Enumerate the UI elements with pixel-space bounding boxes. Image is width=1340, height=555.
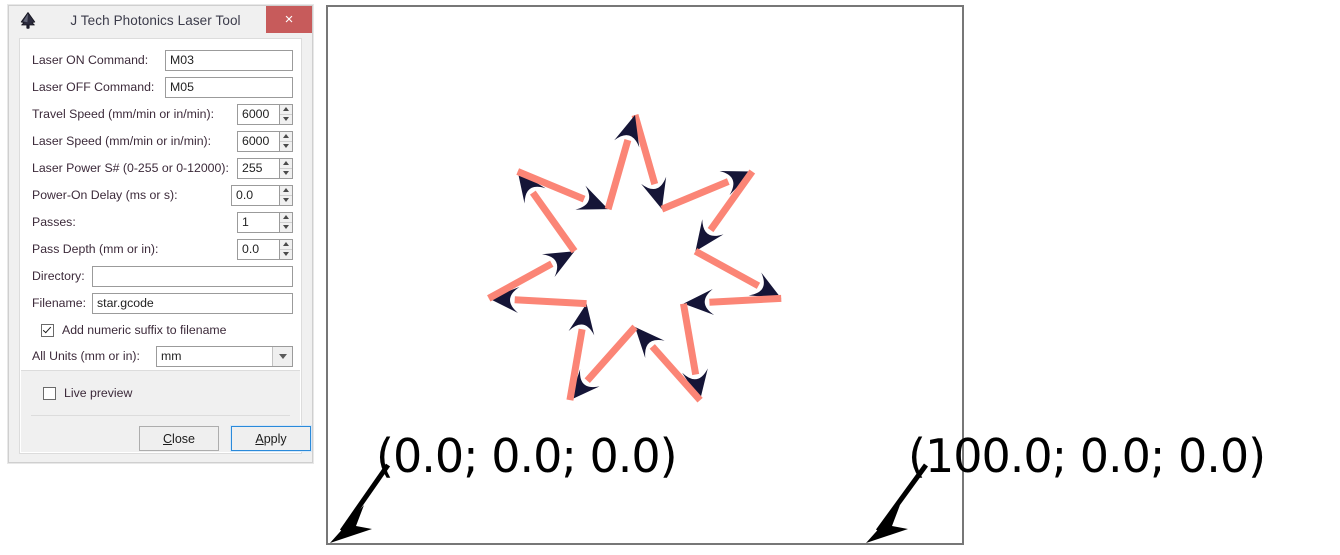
dialog-body: Laser ON Command: M03 Laser OFF Command:… <box>19 38 312 454</box>
field-directory: Directory: <box>32 265 293 287</box>
spinner-passes[interactable]: 1 <box>237 211 293 233</box>
spinner-power-on-delay[interactable]: 0.0 <box>231 184 293 206</box>
spinner-buttons-laser-power[interactable] <box>279 157 293 179</box>
spinner-up-icon[interactable] <box>280 213 292 223</box>
spinner-buttons-travel-speed[interactable] <box>279 103 293 125</box>
field-pass-depth: Pass Depth (mm or in): 0.0 <box>32 238 293 260</box>
close-icon[interactable]: × <box>266 6 312 33</box>
dialog-titlebar[interactable]: J Tech Photonics Laser Tool × <box>9 6 312 35</box>
label-live-preview: Live preview <box>64 386 133 400</box>
spinner-up-icon[interactable] <box>280 105 292 115</box>
label-laser-power: Laser Power S# (0-255 or 0-12000): <box>32 161 229 175</box>
field-laser-power: Laser Power S# (0-255 or 0-12000): 255 <box>32 157 293 179</box>
select-all-units-value: mm <box>161 349 182 363</box>
spinner-buttons-power-on-delay[interactable] <box>279 184 293 206</box>
spinner-down-icon[interactable] <box>280 250 292 259</box>
apply-button-accel: A <box>255 431 264 446</box>
checkmark-icon <box>43 326 52 335</box>
laser-tool-dialog: J Tech Photonics Laser Tool × Laser ON C… <box>8 5 313 463</box>
label-laser-off-command: Laser OFF Command: <box>32 80 155 94</box>
dialog-footer: Live preview Close Apply <box>21 370 312 452</box>
close-button-accel: C <box>163 431 173 446</box>
field-laser-on-command: Laser ON Command: M03 <box>32 49 293 71</box>
spinner-up-icon[interactable] <box>280 132 292 142</box>
label-laser-on-command: Laser ON Command: <box>32 53 149 67</box>
input-laser-speed[interactable]: 6000 <box>237 130 279 152</box>
field-numeric-suffix: Add numeric suffix to filename <box>32 319 293 341</box>
label-directory: Directory: <box>32 269 85 283</box>
input-directory[interactable] <box>92 265 293 287</box>
input-laser-on-command[interactable]: M03 <box>165 49 293 71</box>
label-travel-speed: Travel Speed (mm/min or in/min): <box>32 107 214 121</box>
label-numeric-suffix: Add numeric suffix to filename <box>62 323 227 337</box>
field-live-preview: Live preview <box>43 386 132 400</box>
apply-button-label: pply <box>263 431 287 446</box>
spinner-down-icon[interactable] <box>280 115 292 124</box>
inkscape-canvas[interactable] <box>326 5 964 545</box>
label-all-units: All Units (mm or in): <box>32 349 140 363</box>
spinner-pass-depth[interactable]: 0.0 <box>237 238 293 260</box>
field-passes: Passes: 1 <box>32 211 293 233</box>
field-laser-speed: Laser Speed (mm/min or in/min): 6000 <box>32 130 293 152</box>
spinner-travel-speed[interactable]: 6000 <box>237 103 293 125</box>
label-passes: Passes: <box>32 215 76 229</box>
field-power-on-delay: Power-On Delay (ms or s): 0.0 <box>32 184 293 206</box>
input-laser-off-command[interactable]: M05 <box>165 76 293 98</box>
label-laser-speed: Laser Speed (mm/min or in/min): <box>32 134 212 148</box>
input-filename[interactable]: star.gcode <box>92 292 293 314</box>
spinner-buttons-laser-speed[interactable] <box>279 130 293 152</box>
spinner-up-icon[interactable] <box>280 159 292 169</box>
input-travel-speed[interactable]: 6000 <box>237 103 279 125</box>
label-power-on-delay: Power-On Delay (ms or s): <box>32 188 178 202</box>
apply-button[interactable]: Apply <box>230 425 312 452</box>
close-button-label: lose <box>172 431 195 446</box>
input-passes[interactable]: 1 <box>237 211 279 233</box>
divider-buttons <box>31 415 290 416</box>
checkbox-numeric-suffix[interactable] <box>41 323 54 337</box>
spinner-down-icon[interactable] <box>280 169 292 178</box>
divider-top <box>21 370 300 371</box>
input-pass-depth[interactable]: 0.0 <box>237 238 279 260</box>
spinner-down-icon[interactable] <box>280 142 292 151</box>
spinner-down-icon[interactable] <box>280 196 292 205</box>
label-filename: Filename: <box>32 296 86 310</box>
close-button[interactable]: Close <box>139 426 219 451</box>
field-filename: Filename: star.gcode <box>32 292 293 314</box>
field-all-units: All Units (mm or in): mm <box>32 345 293 367</box>
input-laser-power[interactable]: 255 <box>237 157 279 179</box>
spinner-down-icon[interactable] <box>280 223 292 232</box>
spinner-laser-speed[interactable]: 6000 <box>237 130 293 152</box>
input-power-on-delay[interactable]: 0.0 <box>231 184 279 206</box>
spinner-up-icon[interactable] <box>280 186 292 196</box>
select-all-units[interactable]: mm <box>156 345 293 367</box>
spinner-laser-power[interactable]: 255 <box>237 157 293 179</box>
field-travel-speed: Travel Speed (mm/min or in/min): 6000 <box>32 103 293 125</box>
inkscape-icon <box>18 11 38 31</box>
chevron-down-icon[interactable] <box>272 346 292 366</box>
spinner-buttons-passes[interactable] <box>279 211 293 233</box>
field-laser-off-command: Laser OFF Command: M05 <box>32 76 293 98</box>
spinner-buttons-pass-depth[interactable] <box>279 238 293 260</box>
label-pass-depth: Pass Depth (mm or in): <box>32 242 159 256</box>
spinner-up-icon[interactable] <box>280 240 292 250</box>
checkbox-live-preview[interactable] <box>43 386 56 400</box>
